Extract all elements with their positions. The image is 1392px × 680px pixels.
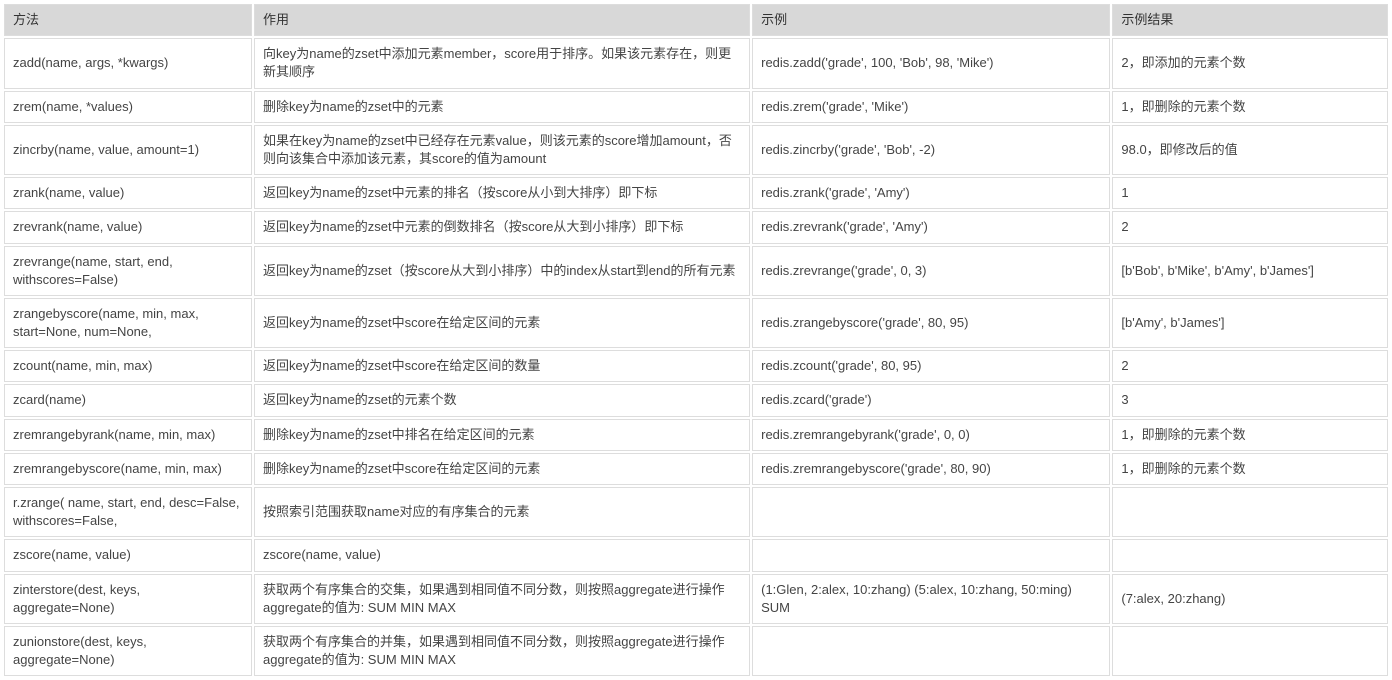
table-row: zadd(name, args, *kwargs)向key为name的zset中… bbox=[4, 38, 1388, 88]
cell-method: zunionstore(dest, keys, aggregate=None) bbox=[4, 626, 252, 676]
cell-result: 1，即删除的元素个数 bbox=[1112, 91, 1388, 123]
cell-example: redis.zremrangebyrank('grade', 0, 0) bbox=[752, 419, 1110, 451]
table-row: zincrby(name, value, amount=1)如果在key为nam… bbox=[4, 125, 1388, 175]
table-row: zrank(name, value)返回key为name的zset中元素的排名（… bbox=[4, 177, 1388, 209]
cell-result bbox=[1112, 539, 1388, 571]
cell-result: [b'Amy', b'James'] bbox=[1112, 298, 1388, 348]
table-row: zrevrange(name, start, end, withscores=F… bbox=[4, 246, 1388, 296]
cell-result: [b'Bob', b'Mike', b'Amy', b'James'] bbox=[1112, 246, 1388, 296]
cell-result: 1，即删除的元素个数 bbox=[1112, 419, 1388, 451]
col-result: 示例结果 bbox=[1112, 4, 1388, 36]
col-example: 示例 bbox=[752, 4, 1110, 36]
col-method: 方法 bbox=[4, 4, 252, 36]
cell-desc: 返回key为name的zset中元素的倒数排名（按score从大到小排序）即下标 bbox=[254, 211, 750, 243]
cell-desc: 删除key为name的zset中排名在给定区间的元素 bbox=[254, 419, 750, 451]
cell-method: r.zrange( name, start, end, desc=False, … bbox=[4, 487, 252, 537]
cell-method: zincrby(name, value, amount=1) bbox=[4, 125, 252, 175]
cell-example: redis.zremrangebyscore('grade', 80, 90) bbox=[752, 453, 1110, 485]
cell-result: 98.0，即修改后的值 bbox=[1112, 125, 1388, 175]
cell-desc: 返回key为name的zset中score在给定区间的元素 bbox=[254, 298, 750, 348]
cell-desc: 返回key为name的zset中元素的排名（按score从小到大排序）即下标 bbox=[254, 177, 750, 209]
cell-example bbox=[752, 539, 1110, 571]
cell-example bbox=[752, 626, 1110, 676]
cell-method: zscore(name, value) bbox=[4, 539, 252, 571]
cell-desc: 向key为name的zset中添加元素member，score用于排序。如果该元… bbox=[254, 38, 750, 88]
cell-method: zrangebyscore(name, min, max, start=None… bbox=[4, 298, 252, 348]
cell-desc: 返回key为name的zset中score在给定区间的数量 bbox=[254, 350, 750, 382]
cell-result: 1，即删除的元素个数 bbox=[1112, 453, 1388, 485]
cell-method: zrevrange(name, start, end, withscores=F… bbox=[4, 246, 252, 296]
cell-result bbox=[1112, 626, 1388, 676]
cell-desc: 获取两个有序集合的并集，如果遇到相同值不同分数，则按照aggregate进行操作… bbox=[254, 626, 750, 676]
cell-desc: 如果在key为name的zset中已经存在元素value，则该元素的score增… bbox=[254, 125, 750, 175]
table-row: zcard(name)返回key为name的zset的元素个数redis.zca… bbox=[4, 384, 1388, 416]
cell-result: 2 bbox=[1112, 350, 1388, 382]
table-row: zrem(name, *values)删除key为name的zset中的元素re… bbox=[4, 91, 1388, 123]
cell-example: redis.zrevrange('grade', 0, 3) bbox=[752, 246, 1110, 296]
table-row: zremrangebyrank(name, min, max)删除key为nam… bbox=[4, 419, 1388, 451]
cell-result: (7:alex, 20:zhang) bbox=[1112, 574, 1388, 624]
cell-desc: 删除key为name的zset中的元素 bbox=[254, 91, 750, 123]
cell-example: redis.zcard('grade') bbox=[752, 384, 1110, 416]
cell-example: redis.zrangebyscore('grade', 80, 95) bbox=[752, 298, 1110, 348]
cell-result: 2，即添加的元素个数 bbox=[1112, 38, 1388, 88]
cell-method: zcard(name) bbox=[4, 384, 252, 416]
cell-example: redis.zincrby('grade', 'Bob', -2) bbox=[752, 125, 1110, 175]
cell-method: zrem(name, *values) bbox=[4, 91, 252, 123]
cell-method: zrank(name, value) bbox=[4, 177, 252, 209]
cell-result: 3 bbox=[1112, 384, 1388, 416]
cell-example: redis.zcount('grade', 80, 95) bbox=[752, 350, 1110, 382]
cell-result: 2 bbox=[1112, 211, 1388, 243]
cell-result: 1 bbox=[1112, 177, 1388, 209]
cell-example: redis.zrevrank('grade', 'Amy') bbox=[752, 211, 1110, 243]
cell-example: (1:Glen, 2:alex, 10:zhang) (5:alex, 10:z… bbox=[752, 574, 1110, 624]
cell-method: zinterstore(dest, keys, aggregate=None) bbox=[4, 574, 252, 624]
table-row: zrangebyscore(name, min, max, start=None… bbox=[4, 298, 1388, 348]
table-row: zcount(name, min, max)返回key为name的zset中sc… bbox=[4, 350, 1388, 382]
table-row: zremrangebyscore(name, min, max)删除key为na… bbox=[4, 453, 1388, 485]
cell-method: zadd(name, args, *kwargs) bbox=[4, 38, 252, 88]
cell-result bbox=[1112, 487, 1388, 537]
cell-desc: 获取两个有序集合的交集，如果遇到相同值不同分数，则按照aggregate进行操作… bbox=[254, 574, 750, 624]
cell-example: redis.zadd('grade', 100, 'Bob', 98, 'Mik… bbox=[752, 38, 1110, 88]
table-row: r.zrange( name, start, end, desc=False, … bbox=[4, 487, 1388, 537]
table-row: zscore(name, value)zscore(name, value) bbox=[4, 539, 1388, 571]
cell-desc: zscore(name, value) bbox=[254, 539, 750, 571]
table-row: zinterstore(dest, keys, aggregate=None)获… bbox=[4, 574, 1388, 624]
cell-method: zcount(name, min, max) bbox=[4, 350, 252, 382]
table-row: zrevrank(name, value)返回key为name的zset中元素的… bbox=[4, 211, 1388, 243]
cell-desc: 按照索引范围获取name对应的有序集合的元素 bbox=[254, 487, 750, 537]
cell-desc: 返回key为name的zset（按score从大到小排序）中的index从sta… bbox=[254, 246, 750, 296]
table-header-row: 方法 作用 示例 示例结果 bbox=[4, 4, 1388, 36]
cell-example: redis.zrem('grade', 'Mike') bbox=[752, 91, 1110, 123]
table-row: zunionstore(dest, keys, aggregate=None)获… bbox=[4, 626, 1388, 676]
cell-example bbox=[752, 487, 1110, 537]
cell-method: zremrangebyrank(name, min, max) bbox=[4, 419, 252, 451]
col-desc: 作用 bbox=[254, 4, 750, 36]
cell-desc: 删除key为name的zset中score在给定区间的元素 bbox=[254, 453, 750, 485]
cell-method: zrevrank(name, value) bbox=[4, 211, 252, 243]
cell-desc: 返回key为name的zset的元素个数 bbox=[254, 384, 750, 416]
cell-example: redis.zrank('grade', 'Amy') bbox=[752, 177, 1110, 209]
cell-method: zremrangebyscore(name, min, max) bbox=[4, 453, 252, 485]
